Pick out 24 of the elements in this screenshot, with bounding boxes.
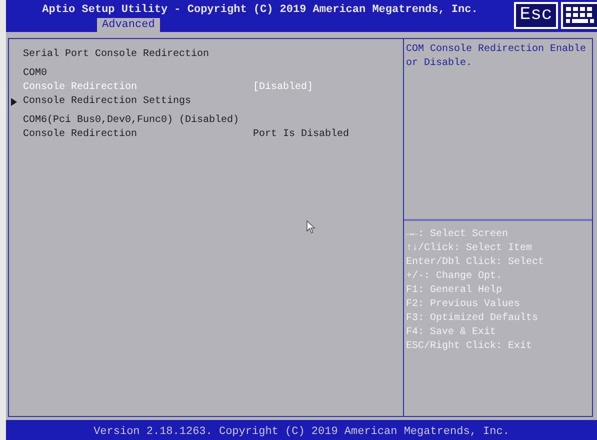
key-help: ESC/Right Click: Exit [406,340,534,354]
key-help: F2: Previous Values [406,298,522,312]
setting-label[interactable]: Console Redirection [23,128,253,142]
footer-text: Version 2.18.1263. Copyright (C) 2019 American Megatrends, Inc. [94,425,510,440]
key-help: Enter/Dbl Click: Select [406,256,546,270]
mouse-pointer-icon [306,220,316,234]
key-help: F3: Optimized Defaults [406,312,540,326]
setting-value: Port Is Disabled [253,128,350,142]
key-help: →←: Select Screen [406,228,510,242]
key-help: ↑↓/Click: Select Item [406,242,534,256]
key-help: F1: General Help [406,284,504,298]
window-title: Aptio Setup Utility - Copyright (C) 2019 American Megatrends, Inc. [42,3,478,17]
section-title: Serial Port Console Redirection [23,48,210,62]
help-text: COM Console Redirection Enable or Disable. [406,43,588,71]
esc-button[interactable]: Esc [514,2,558,29]
submenu-arrow-icon [11,98,17,106]
setting-value: [Disabled] [253,81,314,95]
submenu-item[interactable]: Console Redirection Settings [23,95,192,109]
keyboard-icon[interactable] [561,2,597,29]
group-heading: COM0 [23,67,48,81]
menu-tab[interactable]: Advanced [97,18,160,32]
key-help: F4: Save & Exit [406,326,498,340]
group-heading: COM6(Pci Bus0,Dev0,Func0) (Disabled) [23,114,240,128]
key-help: +/-: Change Opt. [406,270,504,284]
